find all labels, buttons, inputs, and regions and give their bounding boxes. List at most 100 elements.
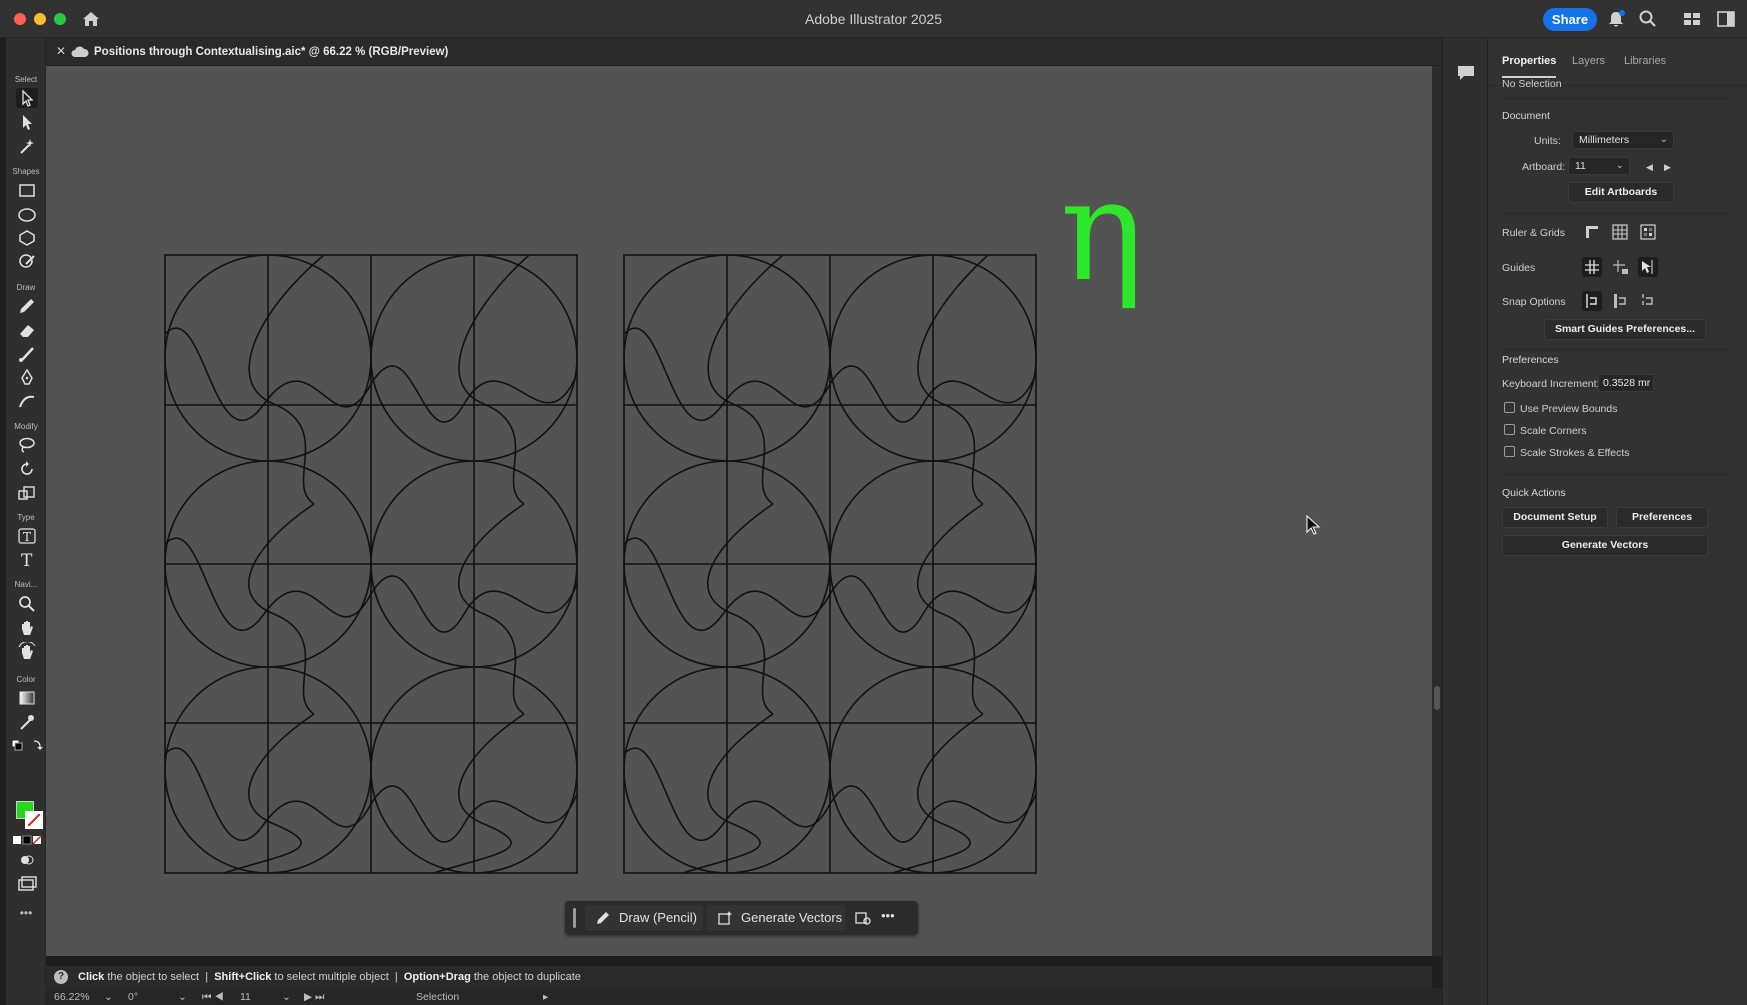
use-preview-bounds-checkbox[interactable] bbox=[1504, 402, 1515, 413]
scale-corners-checkbox[interactable] bbox=[1504, 424, 1515, 435]
snap-to-pixel-icon[interactable] bbox=[1610, 291, 1630, 311]
mouse-cursor-icon bbox=[1306, 514, 1321, 535]
drawing-modes-icon[interactable] bbox=[16, 850, 38, 870]
generate-vectors-label: Generate Vectors bbox=[741, 910, 843, 925]
divider bbox=[1502, 349, 1733, 350]
generate-vectors-panel-button[interactable]: Generate Vectors bbox=[1502, 535, 1708, 556]
tool-group-type: Type bbox=[17, 513, 35, 522]
smart-guides-icon[interactable] bbox=[1638, 257, 1658, 277]
artboard-2[interactable] bbox=[623, 254, 1037, 874]
units-select[interactable]: Millimeters ⌄ bbox=[1572, 131, 1674, 149]
paintbrush-tool-icon[interactable] bbox=[16, 344, 38, 364]
next-artboard-icon[interactable]: ▶ bbox=[1664, 162, 1671, 173]
gradient-tool-icon[interactable] bbox=[16, 688, 38, 708]
artboard-1[interactable] bbox=[164, 254, 578, 874]
rotate-view-tool-icon[interactable] bbox=[16, 642, 38, 662]
scale-strokes-effects-checkbox[interactable] bbox=[1504, 446, 1515, 457]
screen-mode-icon[interactable] bbox=[16, 874, 38, 894]
eraser-tool-icon[interactable] bbox=[16, 320, 38, 340]
magic-wand-tool-icon[interactable] bbox=[16, 136, 38, 156]
snap-to-point-icon[interactable] bbox=[1582, 291, 1602, 311]
generate-vectors-button[interactable]: Generate Vectors bbox=[707, 905, 845, 931]
rotate-tool-icon[interactable] bbox=[16, 459, 38, 479]
artboard-dropdown-icon[interactable]: ⌄ bbox=[282, 991, 291, 1003]
curvature-tool-icon[interactable] bbox=[16, 391, 38, 411]
preferences-button[interactable]: Preferences bbox=[1616, 507, 1708, 528]
show-guides-icon[interactable] bbox=[1582, 257, 1602, 277]
zoom-dropdown-icon[interactable]: ⌄ bbox=[104, 991, 113, 1003]
artboard-label: Artboard: bbox=[1522, 161, 1566, 173]
status-bar: 66.22% ⌄ 0° ⌄ ⏮ ◀ 11 ⌄ ▶ ⏭ Selection ▸ bbox=[46, 988, 1442, 1005]
current-tool: Selection bbox=[416, 991, 460, 1003]
default-swap-colors-icon[interactable] bbox=[10, 738, 44, 752]
edit-toolbar-button[interactable]: ••• bbox=[6, 906, 46, 920]
scrollbar-thumb[interactable] bbox=[1434, 686, 1440, 710]
rotation-dropdown-icon[interactable]: ⌄ bbox=[178, 991, 187, 1003]
tool-group-select: Select bbox=[14, 75, 38, 84]
document-title: Positions through Contextualising.aic* @… bbox=[94, 46, 449, 58]
document-tab[interactable]: ✕ Positions through Contextualising.aic*… bbox=[46, 38, 1442, 66]
type-tool-icon[interactable]: T bbox=[16, 549, 38, 569]
lock-guides-icon[interactable] bbox=[1610, 257, 1630, 277]
comments-icon[interactable] bbox=[1456, 64, 1476, 82]
grid-icon[interactable] bbox=[1610, 222, 1630, 242]
scale-tool-icon[interactable] bbox=[16, 483, 38, 503]
smart-guides-preferences-button[interactable]: Smart Guides Preferences... bbox=[1544, 319, 1706, 340]
hint-text: Click the object to select | Shift+Click… bbox=[78, 971, 581, 983]
title-bar: Adobe Illustrator 2025 Share bbox=[0, 0, 1747, 38]
keyboard-increment-input[interactable]: 0.3528 mr bbox=[1598, 374, 1654, 392]
ellipse-tool-icon[interactable] bbox=[16, 205, 38, 225]
contextual-task-bar: Draw (Pencil) Generate Vectors ••• bbox=[565, 901, 918, 935]
zoom-level[interactable]: 66.22% bbox=[54, 991, 90, 1003]
edit-artboards-button[interactable]: Edit Artboards bbox=[1568, 182, 1674, 203]
generate-settings-icon[interactable] bbox=[854, 909, 872, 927]
search-icon[interactable] bbox=[1637, 9, 1659, 29]
shaper-tool-icon[interactable] bbox=[16, 252, 38, 272]
artboard-nav-last-icon[interactable]: ▶ ⏭ bbox=[304, 991, 324, 1004]
zoom-tool-icon[interactable] bbox=[16, 594, 38, 614]
pencil-icon bbox=[597, 912, 609, 924]
type-on-path-tool-icon[interactable]: T bbox=[16, 526, 38, 546]
status-menu-icon[interactable]: ▸ bbox=[543, 991, 548, 1003]
direct-selection-tool-icon[interactable] bbox=[16, 112, 38, 132]
scale-corners-label: Scale Corners bbox=[1520, 425, 1587, 437]
tab-libraries[interactable]: Libraries bbox=[1624, 55, 1666, 67]
bell-icon[interactable] bbox=[1605, 9, 1627, 29]
eta-glyph[interactable]: η bbox=[1060, 162, 1144, 302]
rulers-icon[interactable] bbox=[1582, 222, 1602, 242]
tool-group-color: Color bbox=[16, 675, 36, 684]
close-document-icon[interactable]: ✕ bbox=[56, 44, 66, 58]
workspace-switcher-icon[interactable] bbox=[1681, 9, 1703, 29]
share-button[interactable]: Share bbox=[1543, 8, 1597, 31]
polygon-tool-icon[interactable] bbox=[16, 228, 38, 248]
panel-toggle-icon[interactable] bbox=[1715, 9, 1737, 29]
stroke-color-swatch[interactable] bbox=[25, 811, 43, 829]
tools-panel: Select Shapes Draw Modify Type T T Navi.… bbox=[6, 38, 46, 1005]
scale-strokes-effects-label: Scale Strokes & Effects bbox=[1520, 447, 1630, 459]
previous-artboard-icon[interactable]: ◀ bbox=[1646, 162, 1653, 173]
artboard-select[interactable]: 11 ⌄ bbox=[1568, 157, 1630, 175]
transparency-grid-icon[interactable] bbox=[1638, 222, 1658, 242]
lasso-tool-icon[interactable] bbox=[16, 435, 38, 455]
artboard-nav-first-icon[interactable]: ⏮ ◀ bbox=[202, 991, 224, 1004]
rotation-value[interactable]: 0° bbox=[128, 991, 138, 1003]
tab-properties[interactable]: Properties bbox=[1502, 55, 1557, 78]
selection-tool-icon[interactable] bbox=[16, 88, 38, 108]
document-setup-button[interactable]: Document Setup bbox=[1502, 507, 1608, 528]
chevron-down-icon: ⌄ bbox=[1659, 134, 1668, 145]
help-icon[interactable]: ? bbox=[54, 970, 68, 984]
eyedropper-tool-icon[interactable] bbox=[16, 712, 38, 732]
rectangle-tool-icon[interactable] bbox=[16, 181, 38, 201]
draw-pencil-button[interactable]: Draw (Pencil) bbox=[585, 905, 703, 931]
vertical-scrollbar[interactable] bbox=[1432, 66, 1442, 956]
pencil-tool-icon[interactable] bbox=[16, 296, 38, 316]
artboard-number[interactable]: 11 bbox=[240, 991, 251, 1003]
hand-tool-icon[interactable] bbox=[16, 618, 38, 638]
pen-tool-icon[interactable] bbox=[16, 367, 38, 387]
keyboard-increment-label: Keyboard Increment: bbox=[1502, 378, 1600, 390]
drag-handle[interactable] bbox=[573, 908, 576, 928]
more-options-button[interactable]: ••• bbox=[881, 908, 895, 923]
snap-to-glyph-icon[interactable] bbox=[1638, 291, 1658, 311]
color-mode-buttons-icon[interactable] bbox=[11, 834, 43, 846]
tab-layers[interactable]: Layers bbox=[1572, 55, 1605, 67]
